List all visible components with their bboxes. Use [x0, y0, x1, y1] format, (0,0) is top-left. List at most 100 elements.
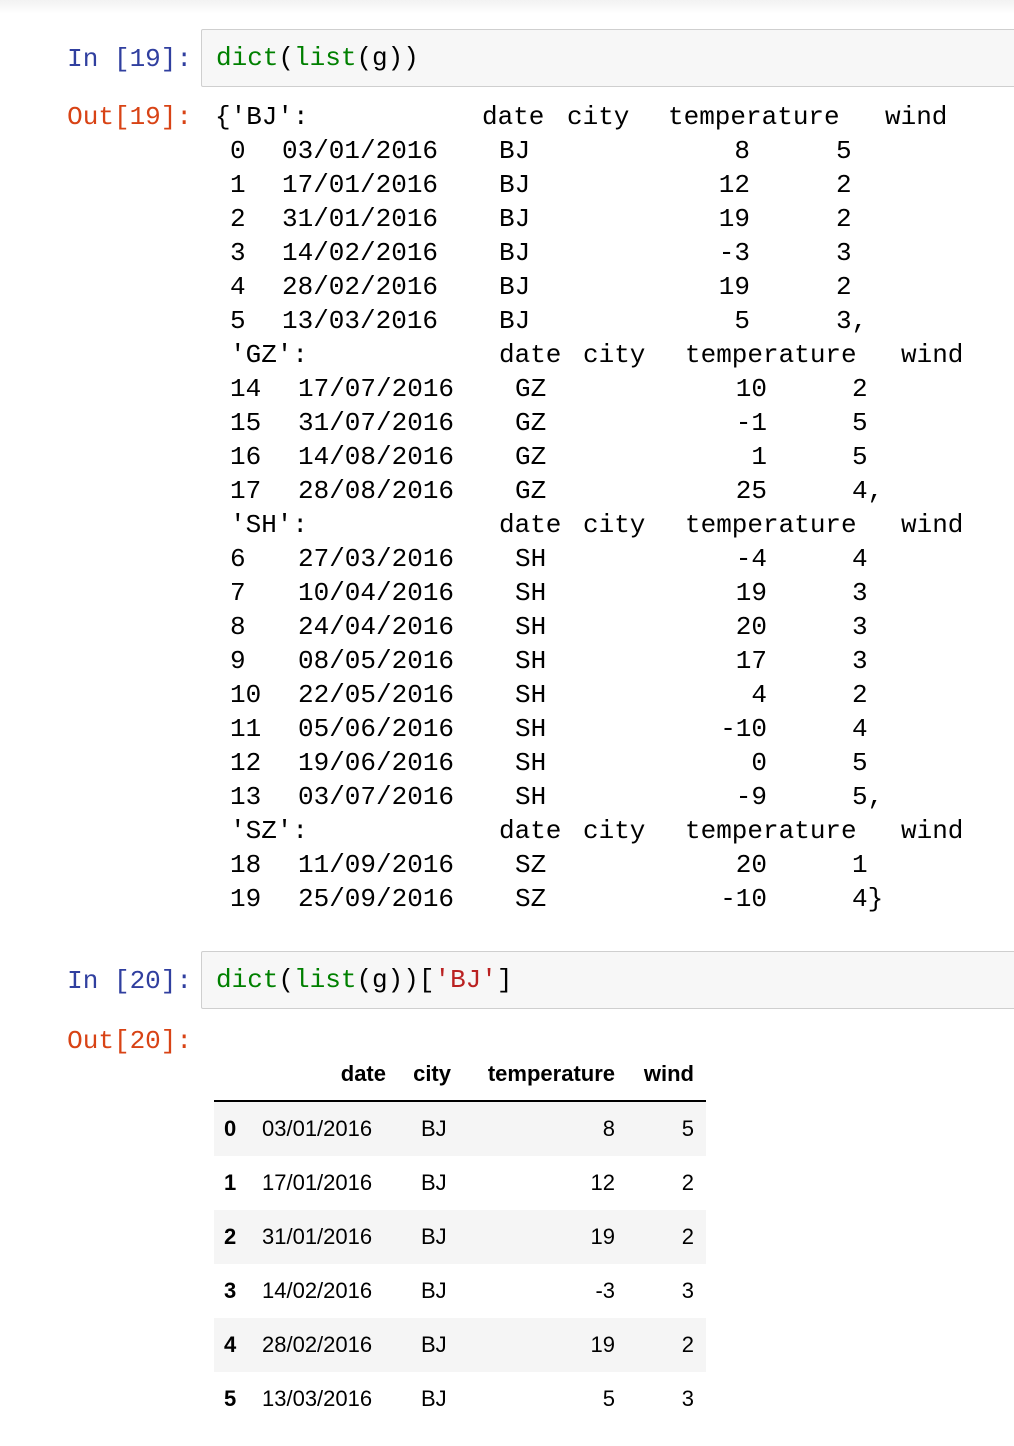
text-row: 5 13/03/2016 BJ 5 3, [0, 304, 1014, 338]
row-city: GZ [515, 408, 547, 438]
row-index: 0 [230, 136, 246, 166]
row-index: 1 [224, 1170, 237, 1195]
row-city: SH [515, 544, 547, 574]
column-header-city: city [567, 102, 630, 132]
dict-group-header: 'SH': date city temperature wind [0, 508, 1014, 542]
row-city: SH [515, 714, 547, 744]
row-index: 10 [230, 680, 262, 710]
row-date: 22/05/2016 [298, 680, 455, 710]
row-index: 4 [224, 1332, 237, 1357]
row-date: 03/01/2016 [282, 136, 439, 166]
text-row: 16 14/08/2016 GZ 1 5 [0, 440, 1014, 474]
row-date: 14/08/2016 [298, 442, 455, 472]
column-header-wind: wind [901, 510, 964, 540]
row-wind: 3 [852, 646, 868, 676]
row-index: 2 [230, 204, 246, 234]
row-index: 19 [230, 884, 262, 914]
row-index: 11 [230, 714, 262, 744]
row-wind: 2 [852, 374, 868, 404]
text-row: 2 31/01/2016 BJ 19 2 [0, 202, 1014, 236]
cell-date: 28/02/2016 [262, 1332, 373, 1357]
row-city: SH [515, 782, 547, 812]
text-row: 3 14/02/2016 BJ -3 3 [0, 236, 1014, 270]
row-index: 5 [230, 306, 246, 336]
cell-city: BJ [421, 1332, 447, 1357]
row-wind: 1 [852, 850, 868, 880]
text-row: 6 27/03/2016 SH -4 4 [0, 542, 1014, 576]
row-temperature: 20 [735, 612, 767, 642]
row-city: SZ [515, 884, 547, 914]
row-wind: 5 [852, 748, 868, 778]
row-temperature: 19 [718, 204, 750, 234]
row-date: 03/07/2016 [298, 782, 455, 812]
row-wind: 2 [836, 272, 852, 302]
cell-temperature: 19 [590, 1224, 615, 1249]
row-city: BJ [499, 238, 531, 268]
row-wind: 3, [836, 306, 868, 336]
row-temperature: 19 [718, 272, 750, 302]
cell-date: 31/01/2016 [262, 1224, 373, 1249]
row-temperature: -10 [720, 884, 767, 914]
row-date: 31/01/2016 [282, 204, 439, 234]
row-wind: 5, [852, 782, 884, 812]
code-token-string: 'BJ' [434, 965, 497, 995]
dict-group-header: 'SZ': date city temperature wind [0, 814, 1014, 848]
row-index: 7 [230, 578, 246, 608]
cell-temperature: 19 [590, 1332, 615, 1357]
row-date: 27/03/2016 [298, 544, 455, 574]
row-date: 19/06/2016 [298, 748, 455, 778]
row-date: 25/09/2016 [298, 884, 455, 914]
row-temperature: 5 [734, 306, 750, 336]
table-row: 3 14/02/2016 BJ -3 3 [214, 1264, 706, 1318]
row-city: SH [515, 748, 547, 778]
row-date: 31/07/2016 [298, 408, 455, 438]
row-city: BJ [499, 204, 531, 234]
column-header-date: date [499, 816, 562, 846]
row-temperature: 0 [751, 748, 767, 778]
column-header-date: date [499, 510, 562, 540]
row-index: 4 [230, 272, 246, 302]
row-city: SH [515, 578, 547, 608]
row-wind: 3 [852, 612, 868, 642]
row-wind: 3 [852, 578, 868, 608]
table-body: 0 03/01/2016 BJ 8 5 1 17/01/2016 BJ 12 2 2 31/01/20… [214, 1102, 706, 1426]
text-output-19: {'BJ': date city temperature wind 0 03/01/2016… [0, 0, 1014, 930]
cell-wind: 5 [681, 1116, 694, 1141]
row-temperature: -4 [735, 544, 767, 574]
row-index: 14 [230, 374, 262, 404]
dict-key: 'GZ': [230, 340, 309, 370]
row-date: 24/04/2016 [298, 612, 455, 642]
code-input-20[interactable]: dict(list(g))['BJ'] [201, 951, 1014, 1009]
column-header-city: city [583, 340, 646, 370]
table-header-row: date city temperature wind [214, 1052, 706, 1102]
row-city: SH [515, 612, 547, 642]
column-header-wind: wind [901, 816, 964, 846]
cell-date: 03/01/2016 [262, 1116, 373, 1141]
row-index: 3 [224, 1278, 237, 1303]
row-temperature: 8 [734, 136, 750, 166]
row-wind: 2 [836, 170, 852, 200]
row-city: SH [515, 646, 547, 676]
row-date: 28/08/2016 [298, 476, 455, 506]
row-temperature: -1 [735, 408, 767, 438]
cell-wind: 2 [681, 1224, 694, 1249]
row-city: BJ [499, 306, 531, 336]
row-temperature: 4 [751, 680, 767, 710]
text-row: 13 03/07/2016 SH -9 5, [0, 780, 1014, 814]
text-row: 8 24/04/2016 SH 20 3 [0, 610, 1014, 644]
text-row: 18 11/09/2016 SZ 20 1 [0, 848, 1014, 882]
row-temperature: 20 [735, 850, 767, 880]
dict-key: 'SZ': [230, 816, 309, 846]
row-city: SZ [515, 850, 547, 880]
row-city: GZ [515, 442, 547, 472]
dict-key: {'BJ': [215, 102, 309, 132]
row-index: 9 [230, 646, 246, 676]
row-city: BJ [499, 272, 531, 302]
table-row: 1 17/01/2016 BJ 12 2 [214, 1156, 706, 1210]
cell-wind: 2 [681, 1332, 694, 1357]
dataframe-table: date city temperature wind 0 03/01/2016 BJ… [214, 1052, 706, 1426]
column-header-wind: wind [643, 1061, 694, 1086]
cell-city: BJ [421, 1116, 447, 1141]
text-row: 1 17/01/2016 BJ 12 2 [0, 168, 1014, 202]
row-date: 08/05/2016 [298, 646, 455, 676]
